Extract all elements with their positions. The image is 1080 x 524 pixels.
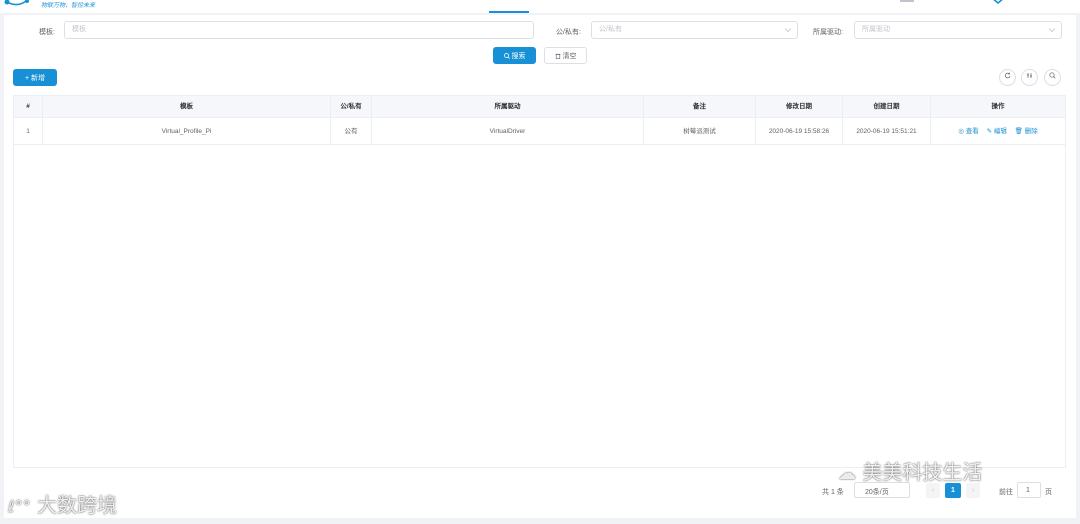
add-button[interactable]: + 新增 [13, 69, 57, 86]
top-header: 物联万物，智控未来 [0, 0, 1080, 13]
table-row: 1 Virtual_Profile_Pi 公有 VirtualDriver 树莓… [14, 118, 1065, 145]
cell-template: Virtual_Profile_Pi [43, 118, 331, 145]
table-header: # 模板 公/私有 所属驱动 备注 修改日期 创建日期 操作 [14, 96, 1065, 118]
trash-icon [555, 53, 561, 59]
page-size-value: 20条/页 [865, 489, 889, 496]
toggle-search-button[interactable] [1044, 69, 1061, 86]
cell-index: 1 [14, 118, 43, 145]
column-header-remark: 备注 [644, 96, 756, 118]
template-label: 模板: [39, 29, 55, 36]
edit-icon: ✎ [986, 128, 993, 135]
refresh-icon [1004, 72, 1011, 79]
prev-page-button[interactable]: ‹ [926, 483, 940, 498]
current-page-button[interactable]: 1 [945, 483, 961, 498]
wechat-icon: ☁ [838, 463, 856, 484]
cell-actions: ◎ 查看 ✎ 编辑 🗑 删除 [931, 118, 1065, 145]
search-icon [503, 53, 510, 59]
cell-visibility: 公有 [331, 118, 372, 145]
template-placeholder: 模板 [72, 26, 86, 33]
edit-label: 编辑 [993, 128, 1007, 135]
user-avatar-icon[interactable] [990, 0, 1006, 8]
view-label: 查看 [965, 128, 979, 135]
clear-button-label: 清空 [562, 53, 577, 60]
delete-action[interactable]: 🗑 删除 [1015, 128, 1038, 135]
column-header-driver: 所属驱动 [372, 96, 644, 118]
refresh-button[interactable] [999, 69, 1016, 86]
driver-label: 所属驱动: [813, 29, 843, 36]
edit-action[interactable]: ✎ 编辑 [987, 128, 1007, 135]
column-header-template: 模板 [43, 96, 331, 118]
columns-icon [1027, 73, 1032, 78]
search-icon [1049, 72, 1056, 79]
column-settings-button[interactable] [1021, 69, 1038, 86]
column-header-created: 创建日期 [843, 96, 931, 118]
view-action[interactable]: ◎ 查看 [958, 128, 978, 135]
eye-icon: ◎ [958, 128, 964, 135]
slogan: 物联万物，智控未来 [41, 2, 96, 9]
search-button-label: 搜索 [511, 53, 526, 60]
cell-created: 2020-06-19 15:51:21 [843, 118, 931, 145]
clear-button[interactable]: 清空 [544, 47, 587, 64]
watermark-right: ☁ 美美科技生活 [838, 456, 982, 485]
column-header-modified: 修改日期 [756, 96, 843, 118]
goto-label: 前往 [999, 489, 1013, 496]
chevron-right-icon: › [971, 487, 975, 494]
watermark-right-text: 美美科技生活 [862, 460, 983, 484]
delete-label: 删除 [1024, 128, 1038, 135]
active-nav-indicator [489, 11, 529, 13]
next-page-button[interactable]: › [966, 483, 980, 498]
pagination-total: 共 1 条 [822, 489, 844, 496]
chevron-down-icon [1049, 28, 1055, 33]
trash-icon: 🗑 [1014, 128, 1023, 135]
data-table: # 模板 公/私有 所属驱动 备注 修改日期 创建日期 操作 1 Virtual… [13, 95, 1066, 468]
top-nav-item[interactable] [898, 0, 916, 4]
chevron-left-icon: ‹ [931, 487, 935, 494]
watermark-left: ℓ°° 大数跨境 [8, 489, 117, 518]
chevron-down-icon [785, 28, 791, 33]
driver-placeholder: 所属驱动 [862, 26, 890, 33]
watermark-left-text: 大数跨境 [36, 493, 117, 517]
template-input[interactable]: 模板 [64, 21, 534, 39]
column-header-visibility: 公/私有 [331, 96, 372, 118]
driver-select[interactable]: 所属驱动 [854, 21, 1062, 39]
logo-icon [4, 0, 29, 6]
column-header-actions: 操作 [991, 103, 1005, 110]
cell-modified: 2020-06-19 15:58:26 [756, 118, 843, 145]
column-header-index: # [14, 96, 43, 118]
page-suffix: 页 [1045, 489, 1052, 496]
goto-page-value: 1 [1026, 487, 1030, 494]
watermark-logo-icon: ℓ°° [8, 497, 31, 516]
public-private-placeholder: 公/私有 [599, 26, 622, 33]
cell-driver: VirtualDriver [372, 118, 644, 145]
search-button[interactable]: 搜索 [493, 47, 536, 64]
goto-page-input[interactable]: 1 [1017, 482, 1041, 498]
cell-remark: 树莓派测试 [644, 118, 756, 145]
public-private-label: 公/私有: [556, 29, 581, 36]
public-private-select[interactable]: 公/私有 [591, 21, 798, 39]
